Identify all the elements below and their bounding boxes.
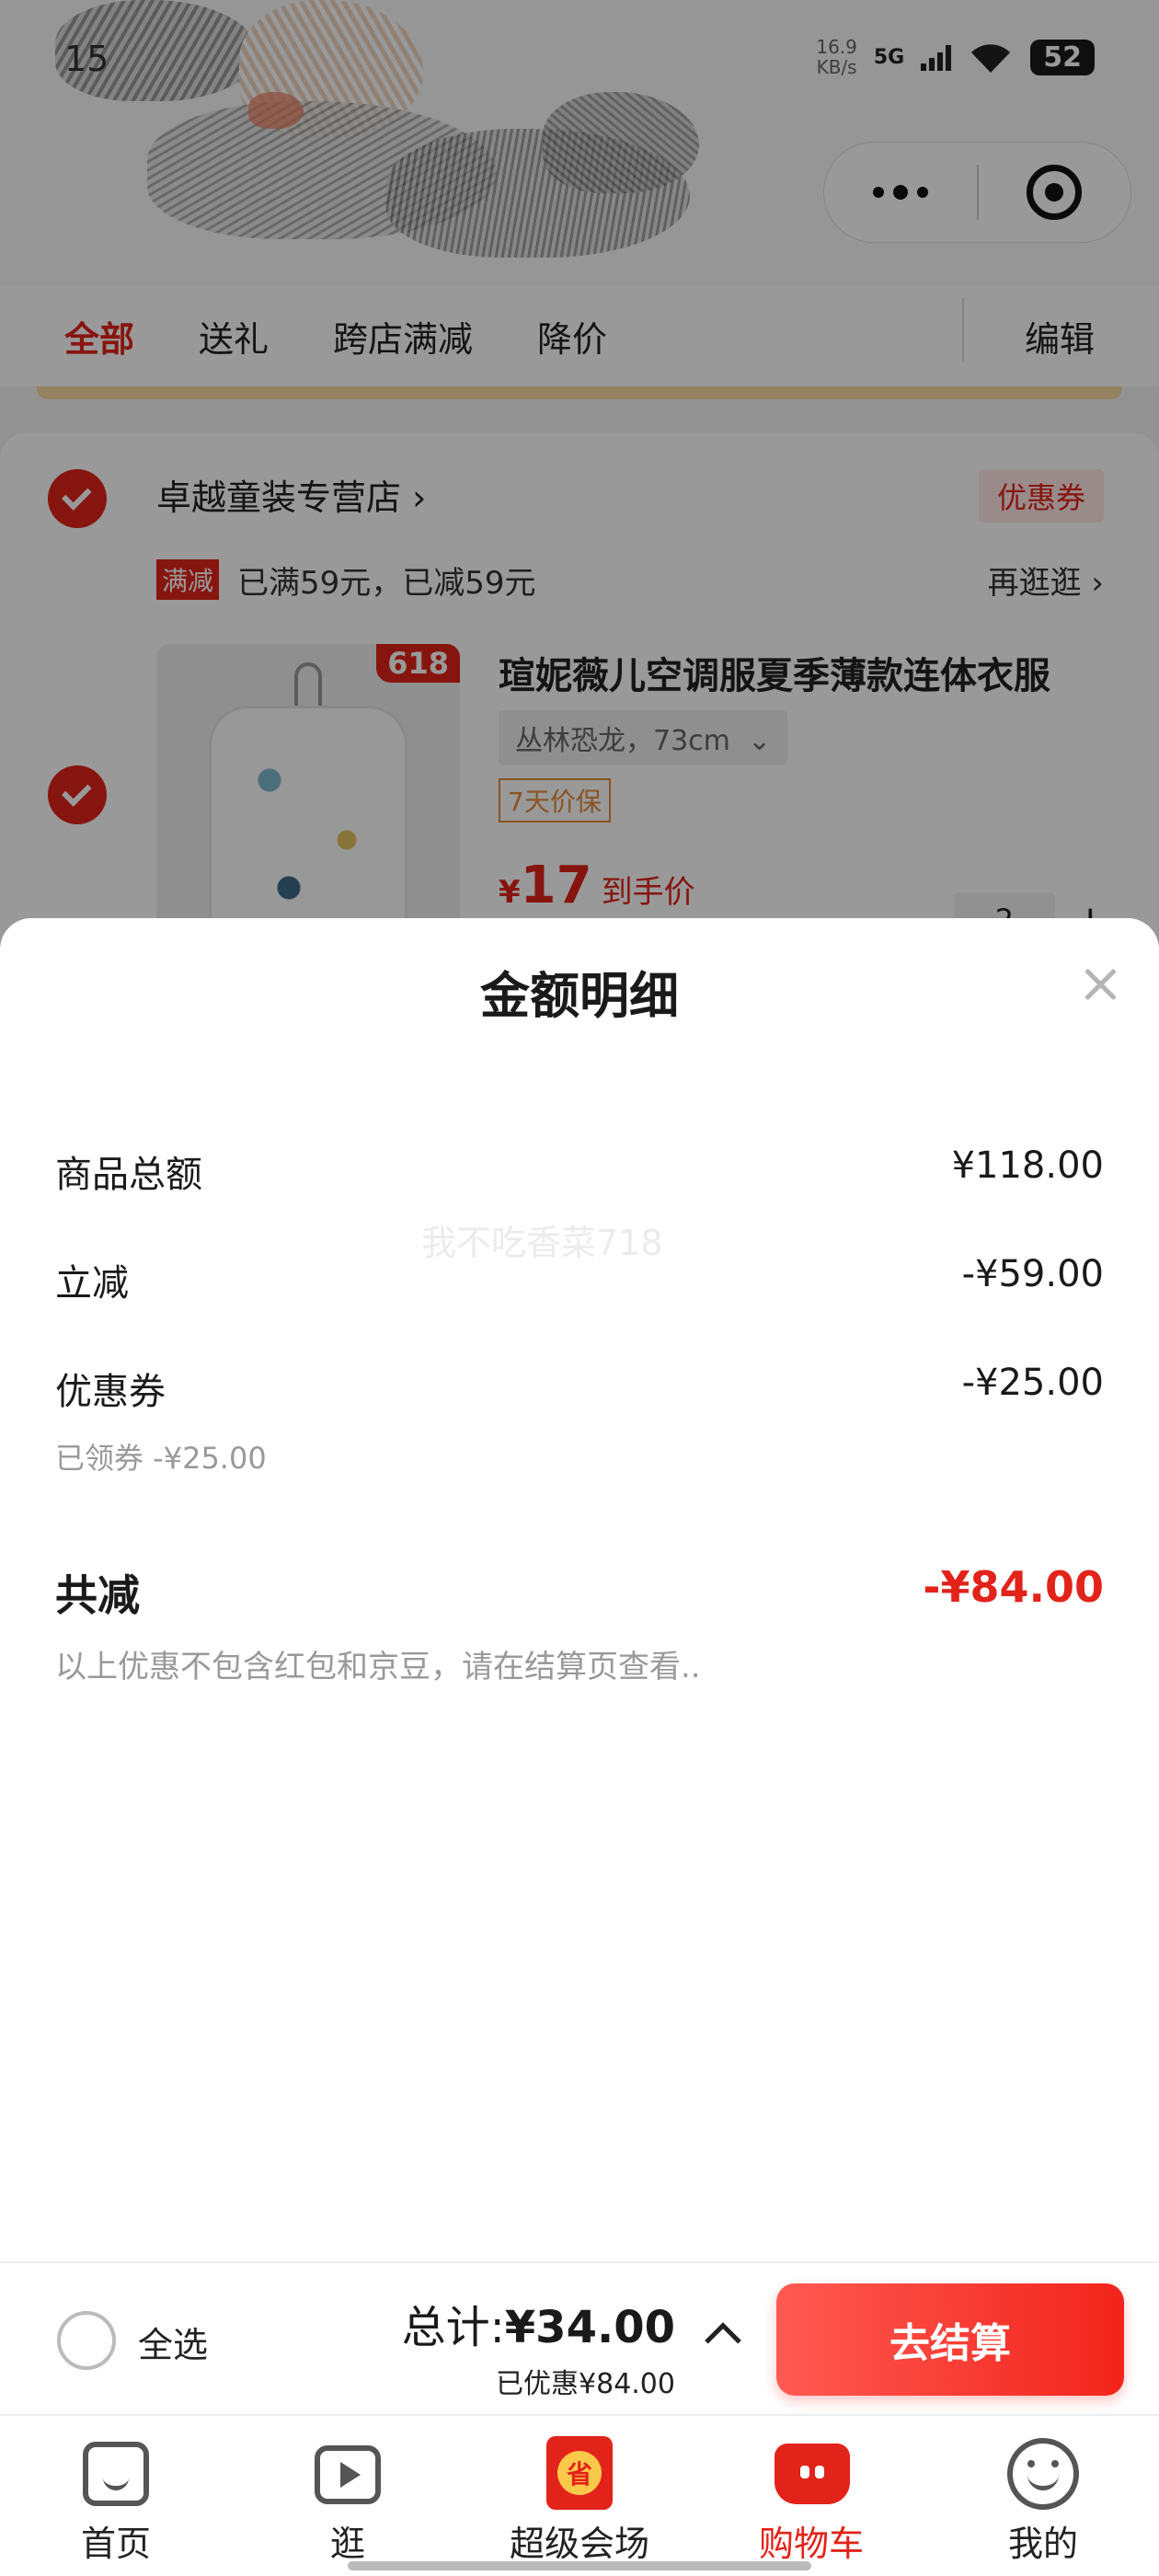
tab-browse[interactable]: 逛 [232,2416,464,2576]
home-icon [83,2442,149,2506]
total-discount-label: 共减 [55,1570,140,1620]
total-amount: ¥34.00 [504,2302,675,2353]
total-prefix: 总计: [401,2302,505,2353]
watermark: 我不吃香菜718 [421,1223,663,1263]
smile-icon [1007,2438,1079,2510]
coupon-sub-detail: 已领券 -¥25.00 [55,1441,267,1476]
row-label-instant-discount: 立减 [55,1262,129,1305]
tab-label: 首页 [80,2524,151,2564]
row-label-coupon: 优惠券 [55,1371,166,1413]
total-discount-value: -¥84.00 [923,1562,1104,1612]
tab-label: 逛 [329,2524,365,2564]
tab-mine[interactable]: 我的 [927,2416,1159,2576]
row-value-coupon: -¥25.00 [961,1362,1104,1404]
bottom-tab-bar: 首页 逛 省 超级会场 购物车 我的 [0,2414,1159,2576]
tab-super-venue[interactable]: 省 超级会场 [464,2416,695,2576]
total-price: 总计:¥34.00 [402,2291,675,2355]
play-icon [315,2445,381,2504]
tab-cart[interactable]: 购物车 [695,2416,927,2576]
discount-summary: 已优惠¥84.00 [496,2368,675,2400]
tab-home[interactable]: 首页 [0,2416,232,2576]
gift-icon-text: 省 [557,2451,602,2495]
row-label-goods-total: 商品总额 [55,1154,202,1196]
select-all-radio[interactable] [57,2311,116,2370]
row-value-instant-discount: -¥59.00 [961,1253,1104,1295]
cart-icon [775,2444,850,2504]
tab-label: 超级会场 [509,2524,649,2564]
checkout-button[interactable]: 去结算 [776,2283,1124,2396]
tab-label: 我的 [1007,2524,1078,2564]
close-icon[interactable] [1078,962,1124,1008]
sheet-title: 金额明细 [480,967,679,1025]
gift-icon: 省 [546,2436,613,2510]
tab-label: 购物车 [758,2524,864,2564]
home-indicator [348,2561,811,2570]
checkout-bar: 全选 总计:¥34.00 已优惠¥84.00 去结算 [0,2261,1159,2414]
select-all-label[interactable]: 全选 [138,2317,208,2367]
chevron-up-icon[interactable] [705,2322,741,2359]
row-value-goods-total: ¥118.00 [951,1144,1104,1187]
discount-note: 以上优惠不包含红包和京豆，请在结算页查看.. [55,1649,701,1685]
